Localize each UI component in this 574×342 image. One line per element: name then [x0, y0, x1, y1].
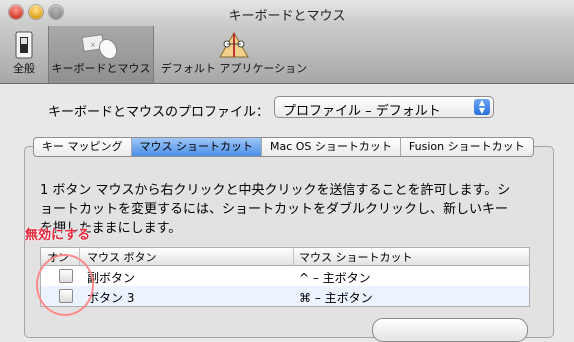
tab-fusion-shortcuts[interactable]: Fusion ショートカット — [401, 138, 533, 156]
popup-arrows-icon: ▲ ▼ — [474, 99, 490, 115]
profile-label: キーボードとマウスのプロファイル： — [48, 105, 270, 120]
profile-popup[interactable]: プロファイル – デフォルト ▲ ▼ — [274, 96, 494, 119]
table-row[interactable]: 副ボタン ^ – 主ボタン — [41, 266, 529, 286]
svg-text:×: × — [90, 41, 96, 49]
tab-panel — [24, 146, 554, 338]
preferences-toolbar: 全般 × キーボードとマウス デフォルト アプリケーション — [0, 26, 574, 84]
tab-mouse-shortcuts[interactable]: マウス ショートカット — [131, 138, 262, 156]
column-divider — [293, 248, 294, 265]
keyboard-mouse-icon: × — [81, 34, 118, 60]
description-text: 1 ボタン マウスから右クリックと中央クリックを送信することを許可します。ショー… — [40, 183, 511, 236]
annotation-label: 無効にする — [25, 228, 91, 243]
mouse-shortcut-cell: ⌘ – 主ボタン — [299, 291, 373, 305]
tab-bar: キー マッピング マウス ショートカット Mac OS ショートカット Fusi… — [33, 137, 534, 157]
column-header-mouse-button[interactable]: マウス ボタン — [87, 249, 157, 265]
toolbar-keyboard-mouse-label: キーボードとマウス — [51, 62, 151, 75]
switch-icon — [15, 31, 33, 59]
mouse-button-cell: 副ボタン — [87, 271, 136, 285]
toolbar-general-button[interactable]: 全般 — [6, 26, 42, 83]
title-bar: キーボードとマウス — [0, 0, 574, 27]
toolbar-default-apps-label: デフォルト アプリケーション — [160, 62, 308, 75]
toolbar-general-label: 全般 — [13, 62, 35, 75]
mouse-shortcut-table: オン マウス ボタン マウス ショートカット 副ボタン ^ – 主ボタン ボタン… — [40, 247, 530, 307]
table-header: オン マウス ボタン マウス ショートカット — [41, 248, 529, 266]
table-row[interactable]: ボタン 3 ⌘ – 主ボタン — [41, 286, 529, 306]
partial-button[interactable] — [372, 318, 528, 342]
tab-key-mapping[interactable]: キー マッピング — [34, 138, 132, 156]
toolbar-default-apps-button[interactable]: デフォルト アプリケーション — [160, 26, 308, 83]
annotation-circle — [36, 254, 94, 316]
toolbar-keyboard-mouse-button[interactable]: × キーボードとマウス — [48, 26, 154, 83]
mouse-shortcut-cell: ^ – 主ボタン — [299, 271, 371, 285]
window-title: キーボードとマウス — [228, 9, 346, 24]
mouse-button-cell: ボタン 3 — [87, 291, 135, 305]
default-apps-icon — [219, 32, 249, 58]
column-header-mouse-shortcut[interactable]: マウス ショートカット — [299, 249, 413, 265]
profile-popup-value: プロファイル – デフォルト — [283, 104, 441, 119]
tab-macos-shortcuts[interactable]: Mac OS ショートカット — [262, 138, 401, 156]
